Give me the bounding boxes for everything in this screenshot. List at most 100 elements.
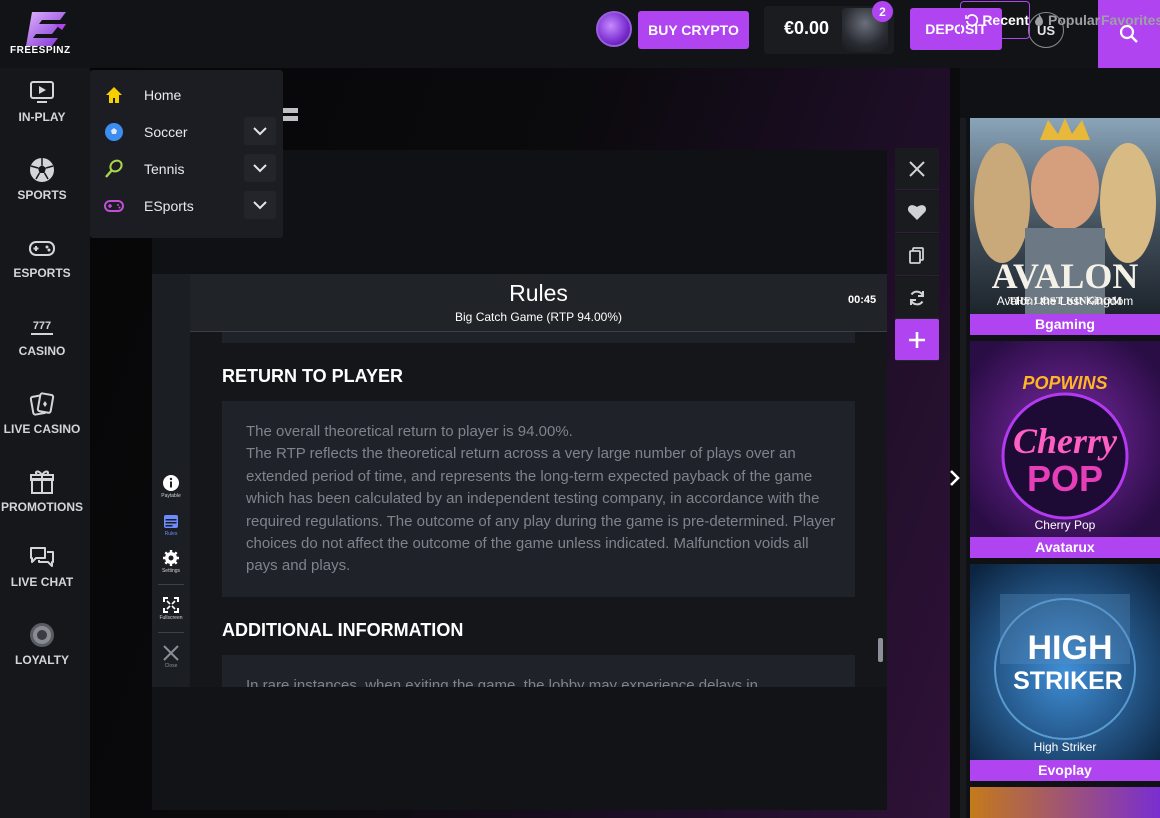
rules-label: Rules: [164, 531, 178, 537]
settings-label: Settings: [161, 568, 181, 574]
panel-scrollbar[interactable]: [960, 118, 966, 818]
tab-favorites[interactable]: Favorites: [1098, 1, 1160, 39]
game-timer: 00:45: [848, 294, 877, 306]
crypto-coin-icon[interactable]: [596, 11, 632, 47]
sidebar-item-in-play[interactable]: IN-PLAY: [0, 78, 84, 124]
paytable-button[interactable]: Paytable: [152, 474, 190, 499]
sidebar-item-esports[interactable]: ESPORTS: [0, 234, 84, 280]
tab-label: Popular: [1048, 12, 1101, 28]
chevron-down-icon: [253, 200, 267, 209]
sidebar-label: IN-PLAY: [18, 110, 66, 124]
provider-label: Avatarux: [970, 537, 1160, 558]
rules-text: In rare instances, when exiting the game…: [246, 677, 758, 687]
game-card-avalon[interactable]: AVALON THE LOST KINGDOM Avalon: the Lost…: [970, 118, 1160, 335]
play-icon: [30, 81, 54, 103]
page-root: FREESPINZ BUY CRYPTO €0.00 2 DEPOSIT US …: [0, 0, 1160, 818]
home-icon: [106, 86, 122, 103]
sidebar-item-casino[interactable]: 777 CASINO: [0, 312, 84, 358]
sidebar-item-promotions[interactable]: PROMOTIONS: [0, 468, 84, 514]
cards-icon: [29, 392, 55, 416]
expand-soccer-button[interactable]: [244, 117, 276, 145]
provider-label: Evoplay: [970, 760, 1160, 781]
game-card-high-striker[interactable]: HIGH STRIKER High Striker Evoplay: [970, 564, 1160, 781]
sidebar-label: LIVE CHAT: [10, 575, 74, 589]
fullscreen-button[interactable]: Fullscreen: [152, 596, 190, 621]
slot-777-icon: 777: [31, 320, 53, 335]
buy-crypto-button[interactable]: BUY CRYPTO: [638, 11, 749, 49]
rules-subtitle: Big Catch Game (RTP 94.00%): [455, 310, 622, 324]
dropdown-item-soccer[interactable]: Soccer: [90, 113, 283, 150]
dropdown-item-label: Soccer: [144, 123, 188, 140]
menu-icon[interactable]: [282, 108, 298, 130]
game-bottom-area: [152, 687, 887, 810]
sidebar-label: LIVE CASINO: [3, 422, 81, 436]
copy-button[interactable]: [895, 234, 939, 276]
heart-icon: [907, 204, 927, 220]
gear-icon: [163, 550, 179, 566]
dropdown-item-home[interactable]: Home: [90, 76, 283, 113]
refresh-icon: [910, 290, 924, 305]
rules-text-box: In rare instances, when exiting the game…: [222, 655, 855, 687]
expand-tennis-button[interactable]: [244, 154, 276, 182]
tab-popular[interactable]: Popular: [1034, 1, 1104, 39]
chevron-down-icon: [253, 163, 267, 172]
tennis-icon: [105, 159, 123, 178]
rules-content[interactable]: RETURN TO PLAYER The overall theoretical…: [190, 332, 887, 687]
add-button[interactable]: [895, 319, 939, 361]
notification-badge[interactable]: 2: [872, 1, 893, 22]
game-card-cherry-pop[interactable]: POPWINS Cherry POP Cherry Pop Avatarux: [970, 341, 1160, 558]
sidebar-item-loyalty[interactable]: LOYALTY: [0, 621, 84, 667]
game-title: Cherry Pop: [1034, 518, 1096, 532]
reload-button[interactable]: [895, 277, 939, 319]
copy-icon: [909, 246, 924, 264]
scrollbar[interactable]: [878, 638, 883, 662]
sidebar-label: SPORTS: [17, 188, 67, 202]
content-strip: [222, 332, 855, 343]
close-icon: [163, 645, 179, 661]
dropdown-item-label: Tennis: [144, 160, 185, 177]
rules-header: Rules Big Catch Game (RTP 94.00%) 00:45: [190, 274, 887, 332]
card-art-brand: POPWINS: [1022, 373, 1107, 393]
sidebar-item-live-casino[interactable]: LIVE CASINO: [0, 390, 84, 436]
gift-icon: [30, 470, 54, 494]
chevron-down-icon: [253, 126, 267, 135]
favorite-button[interactable]: [895, 191, 939, 233]
sidebar-label: CASINO: [18, 344, 66, 358]
flame-icon: [1035, 14, 1043, 26]
game-side-menu: Paytable Rules Settings Fullscreen Close: [152, 274, 190, 687]
game-title: Avalon: the Lost Kingdom: [996, 294, 1134, 308]
rules-title: Rules: [509, 280, 568, 306]
rules-button[interactable]: Rules: [152, 512, 190, 537]
dropdown-item-tennis[interactable]: Tennis: [90, 150, 283, 187]
section-heading: ADDITIONAL INFORMATION: [222, 620, 464, 640]
chevron-right-icon[interactable]: [947, 468, 961, 488]
sidebar-item-live-chat[interactable]: LIVE CHAT: [0, 543, 84, 589]
divider: [158, 632, 184, 633]
history-icon: [965, 14, 979, 27]
tab-label: Recent: [982, 12, 1029, 28]
left-sidebar: IN-PLAY SPORTS ESPORTS 777 CASINO LIVE C…: [0, 68, 90, 818]
game-card-partial[interactable]: [970, 787, 1160, 818]
provider-label: Bgaming: [970, 314, 1160, 335]
soccer-ball-icon: [105, 122, 123, 141]
dropdown-item-esports[interactable]: ESports: [90, 187, 283, 224]
sidebar-label: LOYALTY: [14, 653, 69, 667]
expand-esports-button[interactable]: [244, 191, 276, 219]
chat-icon: [30, 547, 54, 567]
settings-button[interactable]: Settings: [152, 549, 190, 574]
dropdown-item-label: Home: [144, 86, 182, 103]
fullscreen-icon: [163, 597, 179, 613]
card-art-text: Cherry: [1013, 421, 1118, 461]
info-icon: [163, 475, 179, 491]
paytable-label: Paytable: [161, 493, 181, 499]
gamepad-icon: [104, 199, 124, 212]
sports-dropdown-menu: Home Soccer Tennis ESports: [90, 70, 283, 238]
sidebar-item-sports[interactable]: SPORTS: [0, 156, 84, 202]
card-art-subtext: STRIKER: [1013, 667, 1123, 695]
tab-recent[interactable]: Recent: [960, 1, 1030, 39]
sidebar-label: PROMOTIONS: [0, 500, 83, 514]
close-game-button[interactable]: [895, 148, 939, 190]
close-game-menu-button[interactable]: Close: [152, 644, 190, 669]
sidebar-label: ESPORTS: [13, 266, 71, 280]
game-title: High Striker: [1033, 740, 1097, 754]
